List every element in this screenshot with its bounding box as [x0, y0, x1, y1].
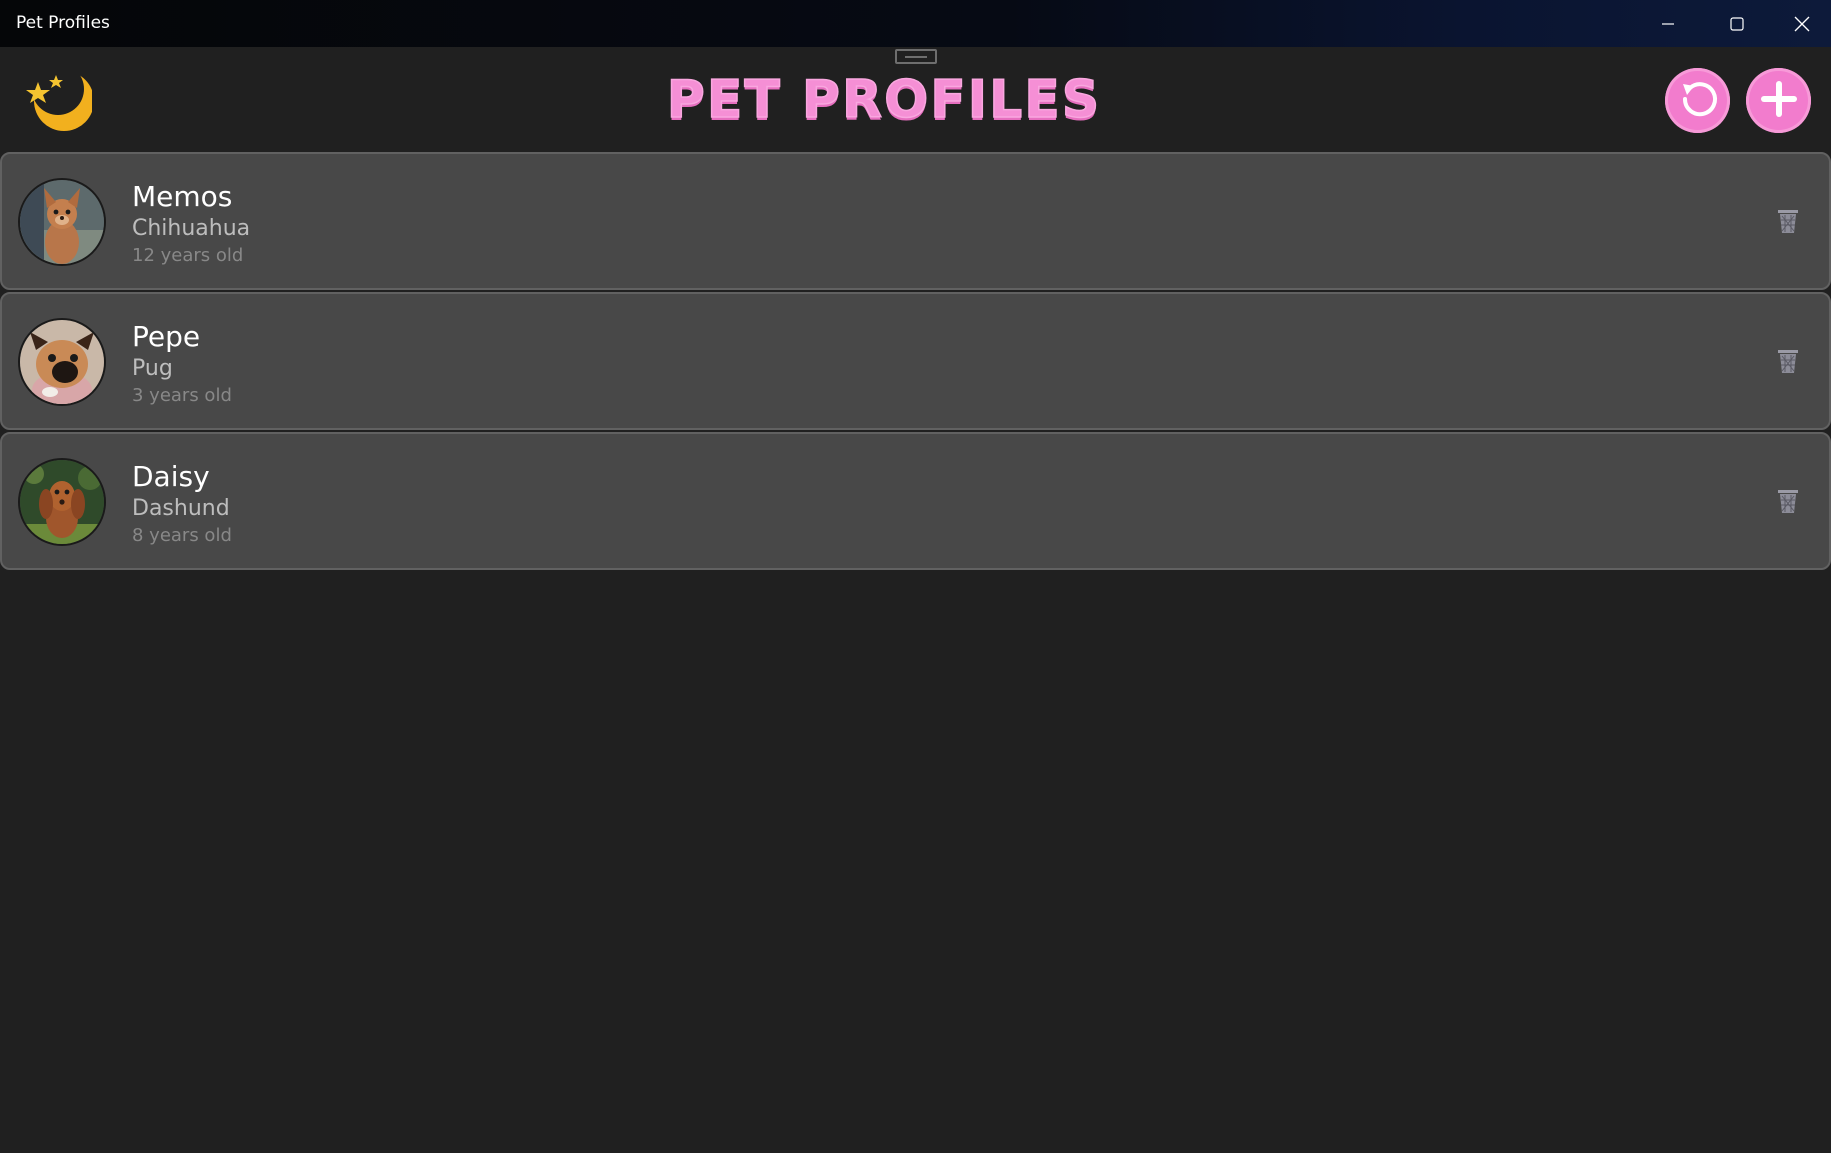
close-button[interactable]	[1772, 0, 1831, 47]
delete-pet-button[interactable]	[1774, 348, 1802, 378]
window-title: Pet Profiles	[16, 13, 110, 33]
pet-name: Daisy	[132, 460, 210, 493]
pet-name: Pepe	[132, 320, 201, 353]
pet-age: 8 years old	[132, 525, 232, 546]
title-bar[interactable]: Pet Profiles	[0, 0, 1831, 47]
pet-breed: Pug	[132, 356, 173, 381]
pet-avatar	[18, 178, 106, 266]
app-window: Pet Profiles PET PROFILES Memos Chihuahu…	[0, 0, 1831, 1153]
pet-card[interactable]: Daisy Dashund 8 years old	[0, 432, 1831, 570]
plus-icon	[1759, 79, 1799, 123]
delete-pet-button[interactable]	[1774, 208, 1802, 238]
delete-pet-button[interactable]	[1774, 488, 1802, 518]
add-pet-button[interactable]	[1746, 68, 1811, 133]
refresh-button[interactable]	[1665, 68, 1730, 133]
page-title: PET PROFILES	[666, 69, 1102, 131]
pet-breed: Dashund	[132, 496, 230, 521]
pet-name: Memos	[132, 180, 233, 213]
pet-list: Memos Chihuahua 12 years old Pepe Pug 3 …	[0, 152, 1831, 572]
pet-age: 12 years old	[132, 245, 244, 266]
minimize-button[interactable]	[1634, 0, 1702, 47]
trash-icon	[1777, 488, 1799, 518]
minimize-icon	[1661, 17, 1675, 31]
pet-card[interactable]: Pepe Pug 3 years old	[0, 292, 1831, 430]
refresh-icon	[1677, 78, 1719, 124]
drag-handle-bar	[905, 56, 927, 58]
trash-icon	[1777, 348, 1799, 378]
close-icon	[1794, 16, 1810, 32]
maximize-button[interactable]	[1703, 0, 1771, 47]
pet-breed: Chihuahua	[132, 216, 251, 241]
drag-handle[interactable]	[895, 49, 937, 64]
pug-photo	[20, 320, 104, 404]
pet-card[interactable]: Memos Chihuahua 12 years old	[0, 152, 1831, 290]
chihuahua-photo	[20, 180, 104, 264]
maximize-icon	[1729, 16, 1745, 32]
pet-age: 3 years old	[132, 385, 232, 406]
trash-icon	[1777, 208, 1799, 238]
pet-avatar	[18, 458, 106, 546]
dachshund-photo	[20, 460, 104, 544]
pet-avatar	[18, 318, 106, 406]
